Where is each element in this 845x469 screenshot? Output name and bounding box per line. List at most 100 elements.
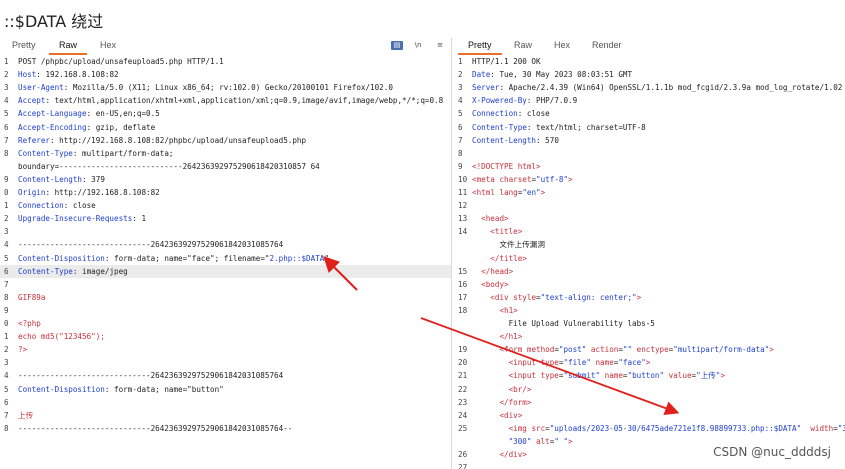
code-line: 1 Connection: close bbox=[0, 199, 451, 212]
html-token: <img bbox=[508, 423, 532, 433]
html-token: <form bbox=[499, 345, 527, 355]
line-number: 3 bbox=[458, 83, 463, 93]
separator: : bbox=[50, 135, 60, 145]
line-text: <div> bbox=[472, 409, 522, 422]
html-token: <body> bbox=[481, 279, 509, 289]
tab-pretty[interactable]: Pretty bbox=[458, 40, 501, 55]
tab-hex[interactable]: Hex bbox=[554, 40, 570, 50]
code-line: 21 <input type="submit" name="button" va… bbox=[454, 369, 845, 382]
request-editor[interactable]: 1 POST /phpbc/upload/unsafeupload5.php HT… bbox=[0, 55, 451, 469]
line-number: 5 bbox=[458, 109, 463, 119]
separator: : bbox=[104, 384, 115, 394]
line-numbers-toggle-button[interactable]: ▤ bbox=[391, 41, 403, 50]
code-line: 6 bbox=[0, 396, 451, 409]
code-line: 16 <body> bbox=[454, 278, 845, 291]
code-line: 10 <meta charset="utf-8"> bbox=[454, 173, 845, 186]
line-number: 27 bbox=[458, 463, 468, 469]
html-token: > bbox=[636, 292, 642, 302]
code-line: 24 <div> bbox=[454, 409, 845, 422]
line-text: POST /phpbc/upload/unsafeupload5.php HTT… bbox=[18, 55, 224, 68]
html-token: "300" bbox=[508, 436, 532, 446]
line-number: 25 bbox=[458, 423, 468, 433]
line-text: <input type="submit" name="button" value… bbox=[472, 369, 725, 382]
html-token: "multipart/form-data" bbox=[673, 345, 770, 355]
separator: : bbox=[536, 135, 546, 145]
line-number: 2 bbox=[4, 214, 9, 224]
line-number: 10 bbox=[458, 174, 468, 184]
html-token: method bbox=[526, 345, 555, 355]
line-text: Content-Disposition: form-data; name="bu… bbox=[18, 383, 224, 396]
newline-toggle-button[interactable]: \n bbox=[412, 41, 424, 50]
tab-raw[interactable]: Raw bbox=[48, 40, 88, 55]
code-line: 6 Content-Type: text/html; charset=UTF-8 bbox=[454, 121, 845, 134]
html-token: </h1> bbox=[499, 332, 523, 342]
code-line: 0 <?php bbox=[0, 317, 451, 330]
tab-hex[interactable]: Hex bbox=[100, 40, 116, 50]
code-line: 7 bbox=[0, 278, 451, 291]
line-text: Accept-Encoding: gzip, deflate bbox=[18, 121, 155, 134]
code-line: 9 bbox=[0, 304, 451, 317]
tab-raw[interactable]: Raw bbox=[514, 40, 532, 50]
request-pane: Pretty Raw Hex ▤ \n ≡ 1 POST /phpbc/uploa… bbox=[0, 38, 452, 469]
plain-text: -----------------------------26423639297… bbox=[18, 371, 284, 381]
code-line: 4 -----------------------------2642363929… bbox=[0, 369, 451, 382]
line-text: -----------------------------26423639297… bbox=[18, 422, 292, 435]
tab-render[interactable]: Render bbox=[592, 40, 622, 50]
html-token bbox=[801, 424, 810, 433]
header-name: Accept bbox=[18, 96, 46, 106]
html-token: <html bbox=[472, 188, 500, 197]
line-number: 14 bbox=[458, 227, 468, 237]
header-name: Referer bbox=[18, 135, 51, 145]
separator: : bbox=[526, 122, 537, 132]
header-name: Host bbox=[18, 70, 37, 80]
line-number: 0 bbox=[4, 188, 9, 197]
line-number: 6 bbox=[458, 122, 463, 132]
header-name: Date bbox=[472, 70, 491, 80]
html-token: enctype bbox=[636, 345, 669, 355]
separator: : bbox=[45, 96, 55, 106]
line-number: 26 bbox=[458, 450, 468, 459]
html-token: </form> bbox=[499, 397, 532, 407]
line-text: Host: 192.168.8.108:82 bbox=[18, 68, 119, 81]
tab-pretty[interactable]: Pretty bbox=[12, 40, 36, 50]
line-text: Content-Type: text/html; charset=UTF-8 bbox=[472, 121, 646, 134]
line-number: 4 bbox=[4, 240, 9, 250]
line-number: 18 bbox=[458, 305, 468, 315]
line-number: 5 bbox=[4, 253, 9, 263]
body-text: echo md5("123456"); bbox=[18, 332, 105, 342]
line-text: <head> bbox=[472, 212, 508, 225]
header-name: Upgrade-Insecure-Requests bbox=[18, 214, 133, 224]
header-name: Content-Type bbox=[472, 122, 527, 132]
html-token: style bbox=[513, 292, 537, 302]
line-number: 20 bbox=[458, 358, 468, 368]
html-token: <input bbox=[508, 358, 541, 368]
html-token: > bbox=[645, 358, 651, 368]
html-token bbox=[472, 358, 509, 367]
menu-icon[interactable]: ≡ bbox=[435, 41, 445, 50]
html-token: "post" bbox=[558, 345, 587, 355]
code-line: 7 Content-Length: 570 bbox=[454, 134, 845, 147]
code-line: 25 <img src="uploads/2023-05-30/6475ade7… bbox=[454, 422, 845, 435]
line-number: 24 bbox=[458, 410, 468, 420]
line-text: <div style="text-align: center;"> bbox=[472, 291, 641, 304]
header-value: 379 bbox=[91, 174, 105, 184]
line-number: 6 bbox=[4, 122, 9, 132]
line-text: echo md5("123456"); bbox=[18, 330, 105, 343]
line-number: 12 bbox=[458, 201, 468, 211]
html-token bbox=[472, 267, 481, 276]
line-number: 6 bbox=[4, 397, 9, 407]
code-line: 15 </head> bbox=[454, 265, 845, 278]
html-token: "face" bbox=[618, 358, 646, 368]
header-value: text/html,application/xhtml+xml,applicat… bbox=[54, 96, 444, 106]
code-line: 1 HTTP/1.1 200 OK bbox=[454, 55, 845, 68]
line-number: 1 bbox=[458, 57, 463, 66]
separator: : bbox=[104, 253, 115, 263]
page-heading: ::$DATA 绕过 bbox=[4, 12, 104, 31]
body-text: ?> bbox=[18, 345, 28, 355]
response-editor[interactable]: 1 HTTP/1.1 200 OK 2 Date: Tue, 30 May 2023 … bbox=[454, 55, 845, 469]
line-text: Origin: http://192.168.8.108:82 bbox=[18, 186, 160, 199]
header-name: Accept-Language bbox=[18, 109, 87, 119]
separator: : bbox=[45, 188, 55, 197]
code-line: 23 </form> bbox=[454, 396, 845, 409]
html-token: "text-align: center;" bbox=[540, 292, 637, 302]
